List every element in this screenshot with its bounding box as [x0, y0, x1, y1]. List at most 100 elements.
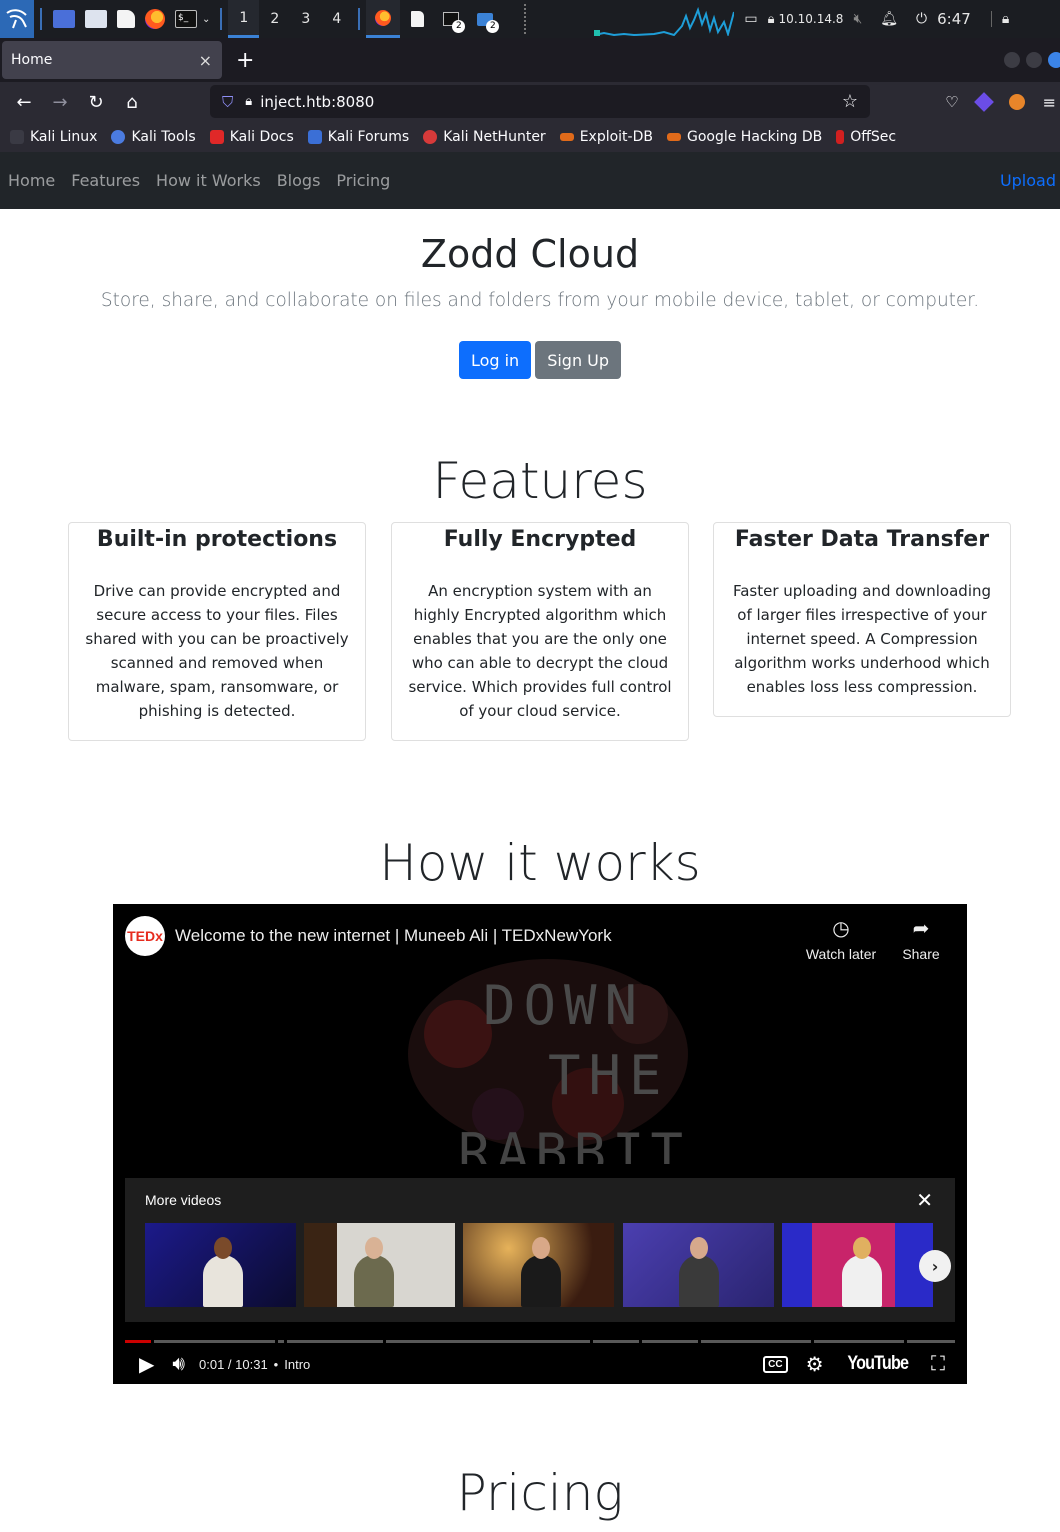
bookmark-kali-tools[interactable]: Kali Tools [111, 129, 196, 145]
video-frame: DOWN THE RABBIT [388, 944, 708, 1185]
channel-logo[interactable]: TEDx [125, 916, 165, 956]
taskbar-files[interactable]: 2 [468, 0, 502, 38]
fullscreen-icon[interactable]: ⛶ [931, 1353, 945, 1376]
close-window-button[interactable] [1048, 52, 1060, 68]
power-icon[interactable]: ⏻ [916, 11, 927, 27]
terminal-icon[interactable]: $_ [175, 10, 197, 28]
chapter-progress-bar[interactable] [125, 1340, 956, 1343]
youtube-embed[interactable]: DOWN THE RABBIT TEDx Welcome to the new … [113, 904, 967, 1384]
foxyproxy-icon[interactable] [1008, 94, 1025, 110]
video-thumbnail[interactable] [145, 1223, 296, 1307]
time-display: 0:01 / 10:31 [199, 1356, 268, 1372]
text-editor-icon[interactable] [117, 10, 135, 28]
hero-lead: Store, share, and collaborate on files a… [100, 290, 980, 311]
taskbar-firefox[interactable] [366, 0, 401, 38]
nav-features[interactable]: Features [71, 171, 140, 190]
minimize-button[interactable] [1004, 52, 1020, 68]
nav-home[interactable]: Home [8, 171, 55, 190]
feature-text: Faster uploading and downloading of larg… [732, 582, 992, 696]
url-text[interactable]: inject.htb:8080 [260, 93, 374, 111]
bookmark-google-hacking-db[interactable]: Google Hacking DB [666, 129, 822, 145]
chevron-right-icon[interactable]: › [919, 1250, 951, 1282]
bookmark-kali-forums[interactable]: Kali Forums [307, 129, 409, 145]
chapter-title[interactable]: Intro [284, 1357, 310, 1372]
forward-arrow-icon[interactable]: → [42, 84, 78, 120]
video-thumbnail[interactable] [304, 1223, 455, 1307]
lock-screen-icon[interactable]: 🔒︎ [990, 11, 1009, 27]
back-arrow-icon[interactable]: ← [6, 84, 42, 120]
watch-later-button[interactable]: ◷ Watch later [801, 916, 881, 962]
settings-gear-icon[interactable]: ⚙ [806, 1352, 824, 1377]
workspace-2[interactable]: 2 [259, 0, 290, 38]
taskbar-terminal[interactable]: 2 [434, 0, 468, 38]
vpn-lock-icon[interactable]: 🔒︎ [768, 12, 775, 27]
chapter-separator: • [273, 1356, 279, 1372]
share-button[interactable]: ➦ Share [881, 916, 961, 962]
new-tab-button[interactable]: + [236, 48, 254, 73]
how-it-works-heading: How it works [379, 834, 701, 892]
login-button[interactable]: Log in [458, 341, 532, 379]
video-thumbnail[interactable] [463, 1223, 614, 1307]
feature-card-transfer: Faster Data Transfer Faster uploading an… [713, 522, 1011, 717]
mute-icon[interactable]: 🔇︎ [853, 11, 862, 27]
video-thumbnail[interactable] [623, 1223, 774, 1307]
close-icon[interactable]: ✕ [916, 1188, 933, 1212]
bookmark-kali-nethunter[interactable]: Kali NetHunter [423, 129, 546, 145]
youtube-logo[interactable]: YouTube [847, 1353, 909, 1375]
bell-icon[interactable]: 🔔︎ [880, 11, 898, 27]
nav-pricing[interactable]: Pricing [336, 171, 390, 190]
workspace-1[interactable]: 1 [228, 0, 260, 38]
firefox-icon[interactable] [145, 9, 165, 29]
kali-menu-icon[interactable] [0, 0, 34, 38]
art-text-rabbit: RABBIT [458, 1122, 689, 1164]
menu-icon[interactable]: ≡ [1043, 93, 1056, 112]
captions-icon[interactable]: CC [763, 1355, 788, 1373]
reload-icon[interactable]: ↻ [78, 84, 114, 120]
workspace-4[interactable]: 4 [321, 0, 352, 38]
maximize-button[interactable] [1026, 52, 1042, 68]
speaker-head [532, 1237, 550, 1259]
bookmarks-toolbar: Kali Linux Kali Tools Kali Docs Kali For… [0, 122, 1060, 152]
home-icon[interactable]: ⌂ [114, 84, 150, 120]
features-heading: Features [432, 452, 648, 510]
signup-button[interactable]: Sign Up [535, 341, 622, 379]
nethunter-icon [423, 130, 438, 144]
url-bar[interactable]: ⛉ 🔒︎ inject.htb:8080 ☆ [210, 85, 870, 118]
bookmark-kali-docs[interactable]: Kali Docs [209, 129, 294, 145]
nav-how-it-works[interactable]: How it Works [156, 171, 261, 190]
video-thumbnail[interactable] [782, 1223, 933, 1307]
bookmark-star-icon[interactable]: ☆ [842, 91, 858, 112]
speaker-figure [842, 1255, 882, 1307]
tracking-shield-icon[interactable]: ⛉ [222, 93, 233, 111]
bookmark-exploit-db[interactable]: Exploit-DB [559, 129, 653, 145]
tab-home[interactable]: Home × [2, 41, 222, 79]
workspace-3[interactable]: 3 [290, 0, 321, 38]
nav-upload[interactable]: Upload [1000, 171, 1056, 190]
extension-icon[interactable] [973, 92, 994, 112]
nav-blogs[interactable]: Blogs [277, 171, 321, 190]
feature-card-protections: Built-in protections Drive can provide e… [68, 522, 366, 741]
taskbar-text-editor[interactable] [400, 0, 434, 38]
play-icon[interactable]: ▶ [139, 1352, 154, 1377]
chapter-segment [593, 1340, 640, 1343]
pocket-icon[interactable]: ♡ [945, 93, 958, 111]
chevron-down-icon[interactable]: ⌄ [202, 14, 210, 25]
feature-title: Faster Data Transfer [734, 527, 990, 552]
display-icon[interactable]: ▭ [744, 11, 757, 27]
share-icon: ➦ [912, 918, 930, 940]
panel-separator [220, 8, 223, 30]
lock-icon[interactable]: 🔒︎ [245, 94, 252, 109]
close-tab-icon[interactable]: × [199, 51, 212, 70]
video-title[interactable]: Welcome to the new internet | Muneeb Ali… [175, 926, 612, 946]
tab-title: Home [11, 52, 53, 68]
feature-card-encrypted: Fully Encrypted An encryption system wit… [391, 522, 689, 741]
desktop-icon[interactable] [53, 10, 75, 28]
bookmark-kali-linux[interactable]: Kali Linux [10, 129, 97, 145]
volume-icon[interactable]: 🔊︎ [172, 1353, 185, 1376]
kali-icon [10, 130, 24, 144]
window-count-badge: 2 [452, 20, 466, 33]
clock-icon: ◷ [832, 918, 850, 940]
bookmark-offsec[interactable]: OffSec [836, 129, 896, 145]
art-text-the: THE [548, 1044, 670, 1107]
file-manager-icon[interactable] [85, 10, 107, 28]
